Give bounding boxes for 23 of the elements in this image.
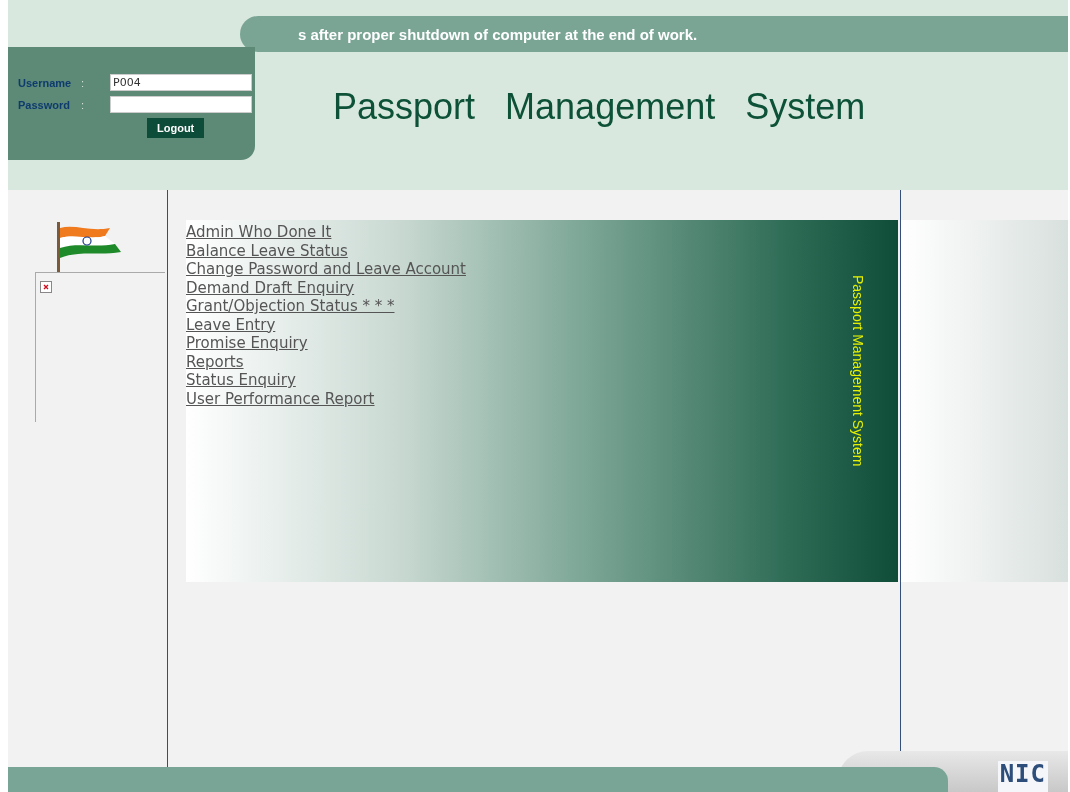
menu-link[interactable]: Demand Draft Enquiry: [186, 278, 355, 297]
password-field[interactable]: [110, 96, 252, 113]
menu-link[interactable]: Status Enquiry: [186, 371, 296, 390]
logout-button[interactable]: Logout: [147, 118, 205, 138]
menu-link[interactable]: Balance Leave Status: [186, 241, 348, 260]
menu-link[interactable]: Leave Entry: [186, 315, 276, 334]
password-label: Password: [18, 98, 71, 111]
menu-link[interactable]: Admin Who Done It: [186, 223, 332, 242]
flag-icon: [54, 220, 121, 272]
page-title: Passport Management System: [333, 86, 866, 128]
username-field[interactable]: P004: [110, 74, 252, 91]
ticker-text: s after proper shutdown of computer at the end of work.: [298, 25, 698, 43]
vertical-banner-text: Passport Management System: [850, 275, 866, 467]
menu-link[interactable]: User Performance Report: [186, 389, 375, 408]
separator: :: [81, 76, 86, 89]
menu-link[interactable]: Promise Enquiry: [186, 334, 308, 353]
separator: :: [81, 98, 86, 111]
logo-text: NIC: [997, 761, 1048, 792]
menu-link[interactable]: Grant/Objection Status * * *: [186, 297, 395, 316]
menu-link[interactable]: Reports: [186, 352, 244, 371]
broken-image-icon: [39, 281, 52, 293]
menu-link[interactable]: Change Password and Leave Account: [186, 260, 466, 279]
username-label: Username: [18, 76, 73, 89]
